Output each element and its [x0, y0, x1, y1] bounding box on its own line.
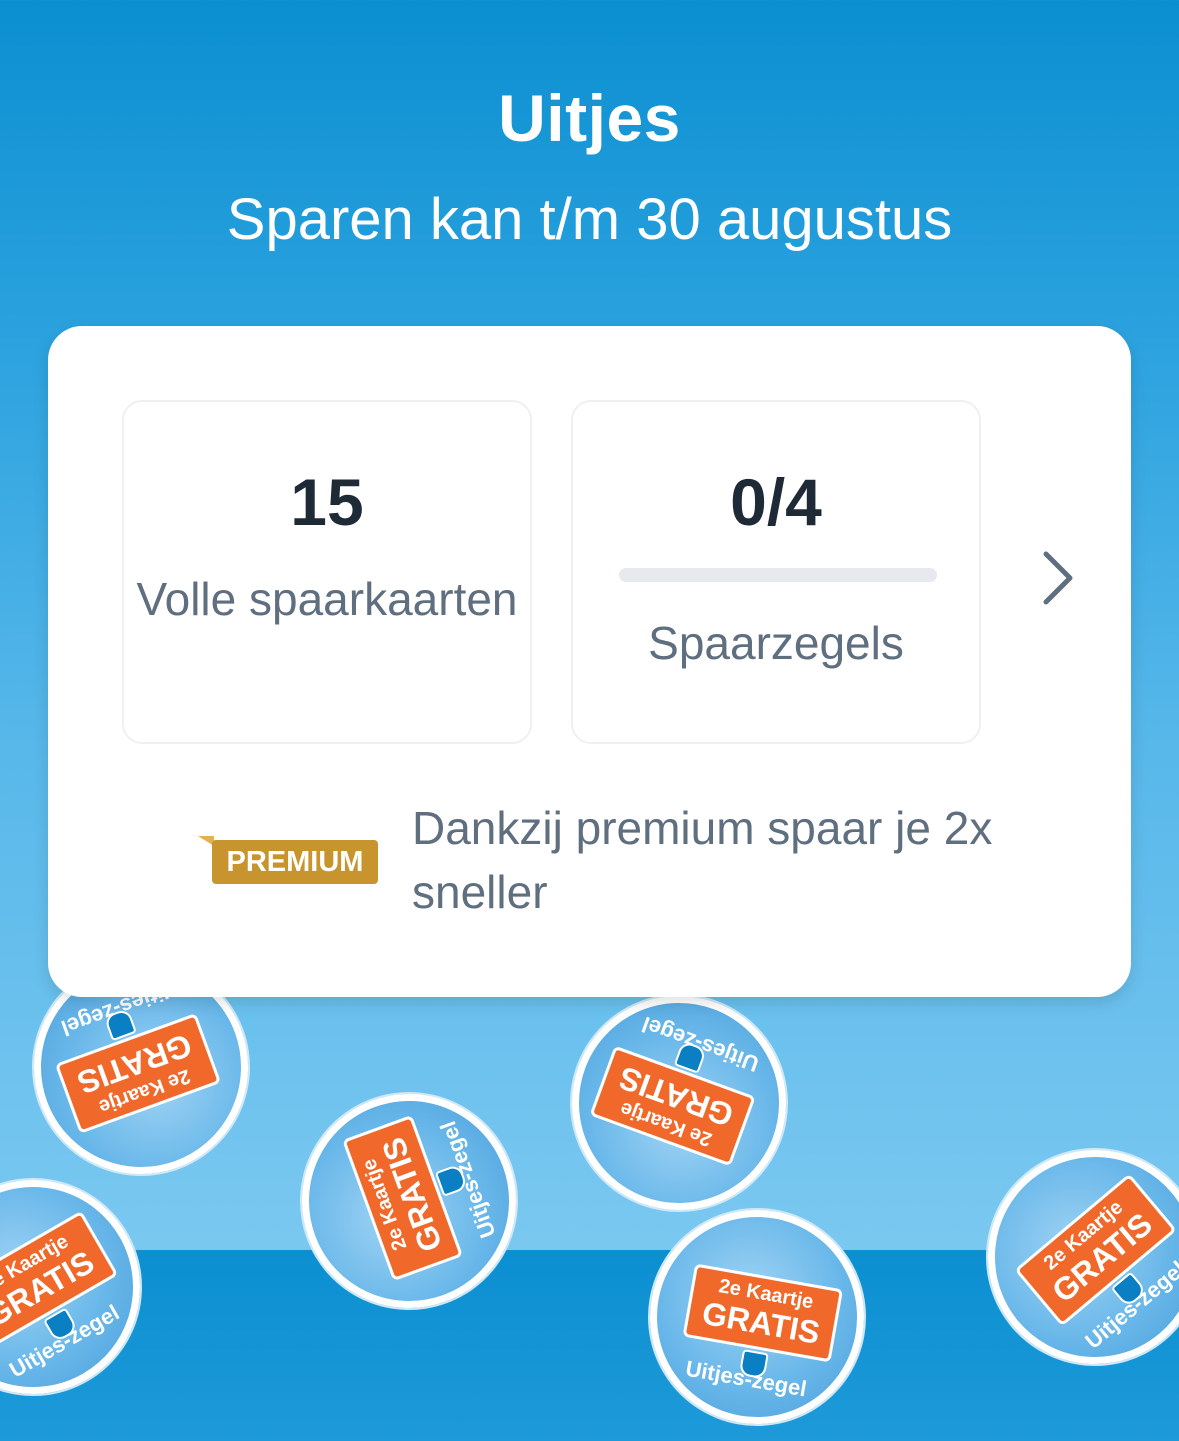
premium-badge-text: PREMIUM [226, 846, 364, 878]
sticker-image: 2e Kaartje GRATIS Uitjes-zegel [0, 1140, 180, 1434]
premium-badge: PREMIUM [198, 836, 380, 884]
sticker-image: 2e Kaartje GRATIS Uitjes-zegel [271, 1063, 547, 1339]
savings-period-subtitle: Sparen kan t/m 30 augustus [226, 187, 953, 252]
sticker-image: 2e Kaartje GRATIS Uitjes-zegel [944, 1106, 1179, 1408]
header: Uitjes Sparen kan t/m 30 augustus [0, 0, 1179, 320]
sticker-image: 2e Kaartje GRATIS Uitjes-zegel [541, 965, 817, 1241]
savings-card[interactable]: 15 Volle spaarkaarten 0/4 Spaarzegels PR… [48, 326, 1131, 997]
stamps-box[interactable]: 0/4 Spaarzegels [571, 400, 981, 744]
page-title: Uitjes [498, 81, 681, 155]
stamps-progress-bar [619, 568, 937, 582]
sticker-image: 2e Kaartje GRATIS Uitjes-zegel [633, 1193, 881, 1441]
sticker-ticket: 2e Kaartje GRATIS [682, 1263, 844, 1363]
full-cards-count: 15 [290, 465, 364, 539]
stamps-label: Spaarzegels [648, 617, 904, 669]
stamps-count: 0/4 [730, 465, 822, 539]
chevron-right-icon[interactable] [1036, 548, 1080, 608]
full-cards-box[interactable]: 15 Volle spaarkaarten [122, 400, 532, 744]
premium-message: Dankzij premium spaar je 2x sneller [412, 802, 993, 918]
full-cards-label: Volle spaarkaarten [136, 573, 518, 625]
